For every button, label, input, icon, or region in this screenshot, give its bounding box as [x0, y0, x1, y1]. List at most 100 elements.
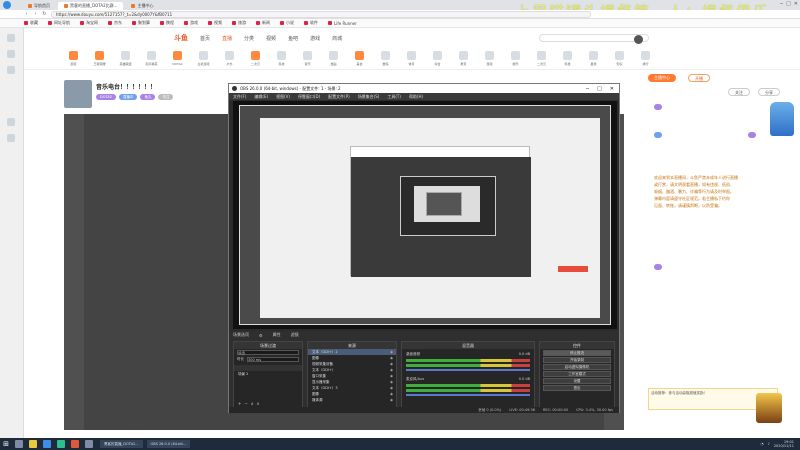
category-item[interactable]: 科技: [558, 51, 577, 66]
visibility-icon[interactable]: ◉: [390, 362, 393, 366]
start-recording-button[interactable]: 开始录制: [543, 357, 611, 363]
visibility-icon[interactable]: ◉: [390, 350, 393, 354]
move-up-icon[interactable]: ∧: [251, 401, 254, 406]
streamer-avatar[interactable]: [64, 80, 92, 108]
browser-icon[interactable]: [43, 440, 51, 448]
bookmark-item[interactable]: 视频: [208, 20, 222, 26]
category-item[interactable]: 王者荣耀: [90, 51, 109, 66]
volume-slider[interactable]: [406, 394, 530, 396]
visibility-icon[interactable]: ◉: [390, 398, 393, 402]
obs-preview[interactable]: [233, 101, 617, 329]
file-explorer-icon[interactable]: [29, 440, 37, 448]
search-icon[interactable]: [15, 440, 23, 448]
category-item[interactable]: 美食: [350, 51, 369, 66]
menu-view[interactable]: 视图(V): [276, 94, 290, 100]
category-item[interactable]: 综合: [428, 51, 447, 66]
category-item[interactable]: 和平精英: [142, 51, 161, 66]
back-icon[interactable]: ‹: [24, 11, 29, 17]
category-item[interactable]: 舞蹈: [324, 51, 343, 66]
bookmark-item[interactable]: 旅游: [232, 20, 246, 26]
bookmark-item[interactable]: 网址导航: [48, 20, 70, 26]
move-down-icon[interactable]: ∨: [257, 401, 260, 406]
bookmark-item[interactable]: 收藏: [24, 20, 38, 26]
menu-docks[interactable]: 停靠窗口(D): [298, 94, 320, 100]
add-icon[interactable]: +: [238, 401, 241, 406]
bookmark-item[interactable]: 新闻: [256, 20, 270, 26]
visibility-icon[interactable]: ◉: [390, 374, 393, 378]
favorites-icon[interactable]: [7, 34, 15, 42]
category-item[interactable]: 知识: [610, 51, 629, 66]
volume-icon[interactable]: ♪: [768, 442, 770, 446]
menu-profile[interactable]: 配置文件(P): [328, 94, 350, 100]
category-item[interactable]: 排行: [636, 51, 655, 66]
category-item[interactable]: 二次元: [246, 51, 265, 66]
nav-item[interactable]: 鱼吧: [288, 35, 298, 42]
nav-item[interactable]: 视频: [266, 35, 276, 42]
source-item[interactable]: 媒体源 ◉: [308, 397, 396, 403]
visibility-icon[interactable]: ◉: [390, 356, 393, 360]
studio-mode-button[interactable]: 工作室模式: [543, 371, 611, 377]
category-item[interactable]: 英雄联盟: [116, 51, 135, 66]
category-item[interactable]: 游戏: [480, 51, 499, 66]
app-icon[interactable]: [7, 118, 15, 126]
category-item[interactable]: 娱乐: [506, 51, 525, 66]
category-item[interactable]: 户外: [220, 51, 239, 66]
category-item[interactable]: 教育: [454, 51, 473, 66]
start-live-button[interactable]: 开播: [688, 74, 710, 82]
stop-streaming-button[interactable]: 停止推流: [543, 350, 611, 356]
tab-live-room[interactable]: 黑客的直播_DOTA2比赛...: [58, 2, 124, 10]
scene-list-item[interactable]: 场景 2: [234, 371, 302, 377]
category-item[interactable]: 科技: [272, 51, 291, 66]
app-icon[interactable]: [7, 134, 15, 142]
room-tag[interactable]: DOTA2: [96, 94, 116, 100]
menu-tools[interactable]: 工具(T): [387, 94, 401, 100]
visibility-icon[interactable]: ◉: [390, 386, 393, 390]
bookmark-item[interactable]: 携程: [160, 20, 174, 26]
visibility-icon[interactable]: ◉: [390, 392, 393, 396]
user-avatar[interactable]: [634, 35, 643, 44]
bookmark-item[interactable]: Life Runner: [328, 21, 357, 26]
menu-edit[interactable]: 编辑(E): [254, 94, 268, 100]
category-item[interactable]: DOTA2: [168, 51, 187, 66]
transition-select[interactable]: 淡出: [237, 350, 299, 355]
bookmark-item[interactable]: 淘宝网: [80, 20, 98, 26]
site-search-input[interactable]: [539, 34, 649, 42]
share-button[interactable]: 分享: [758, 88, 780, 96]
treasure-chest-icon[interactable]: [756, 393, 782, 423]
visibility-icon[interactable]: ◉: [390, 380, 393, 384]
remove-icon[interactable]: −: [244, 401, 247, 406]
volume-slider[interactable]: [406, 369, 530, 371]
category-item[interactable]: 主机游戏: [194, 51, 213, 66]
maximize-icon[interactable]: □: [597, 86, 602, 92]
nav-item[interactable]: 直播: [222, 35, 232, 42]
app-icon[interactable]: [71, 440, 79, 448]
download-icon[interactable]: [7, 66, 15, 74]
bookmark-item[interactable]: 软件: [304, 20, 318, 26]
category-item[interactable]: 星秀: [584, 51, 603, 66]
bookmark-item[interactable]: 京东: [108, 20, 122, 26]
nav-item[interactable]: 商城: [332, 35, 342, 42]
obs-taskbar-icon[interactable]: [85, 440, 93, 448]
visibility-icon[interactable]: ◉: [390, 368, 393, 372]
refresh-icon[interactable]: ↻: [42, 11, 47, 17]
filters-button[interactable]: 滤镜: [291, 332, 299, 338]
settings-button[interactable]: 设置: [543, 378, 611, 384]
taskbar-task[interactable]: OBS 26.0.0 (64-bit...: [146, 440, 191, 448]
close-icon[interactable]: ✕: [794, 1, 798, 7]
follow-side-button[interactable]: 关注: [728, 88, 750, 96]
category-item[interactable]: 二次元: [532, 51, 551, 66]
taskbar-task[interactable]: 黑客的直播_DOTA2...: [100, 440, 143, 448]
minimize-icon[interactable]: ─: [780, 1, 783, 7]
bookmark-item[interactable]: 聚划算: [132, 20, 150, 26]
streamer-center-button[interactable]: 主播中心: [648, 74, 676, 82]
tab-nav-home[interactable]: 导航首页: [22, 2, 56, 10]
properties-button[interactable]: 属性: [273, 332, 281, 338]
history-icon[interactable]: [7, 50, 15, 58]
nav-item[interactable]: 首页: [200, 35, 210, 42]
nav-item[interactable]: 游戏: [310, 35, 320, 42]
category-item[interactable]: 音乐: [298, 51, 317, 66]
menu-file[interactable]: 文件(F): [233, 94, 246, 100]
nav-item[interactable]: 分类: [244, 35, 254, 42]
virtual-camera-button[interactable]: 启动虚拟摄像机: [543, 364, 611, 370]
menu-help[interactable]: 帮助(H): [409, 94, 423, 100]
